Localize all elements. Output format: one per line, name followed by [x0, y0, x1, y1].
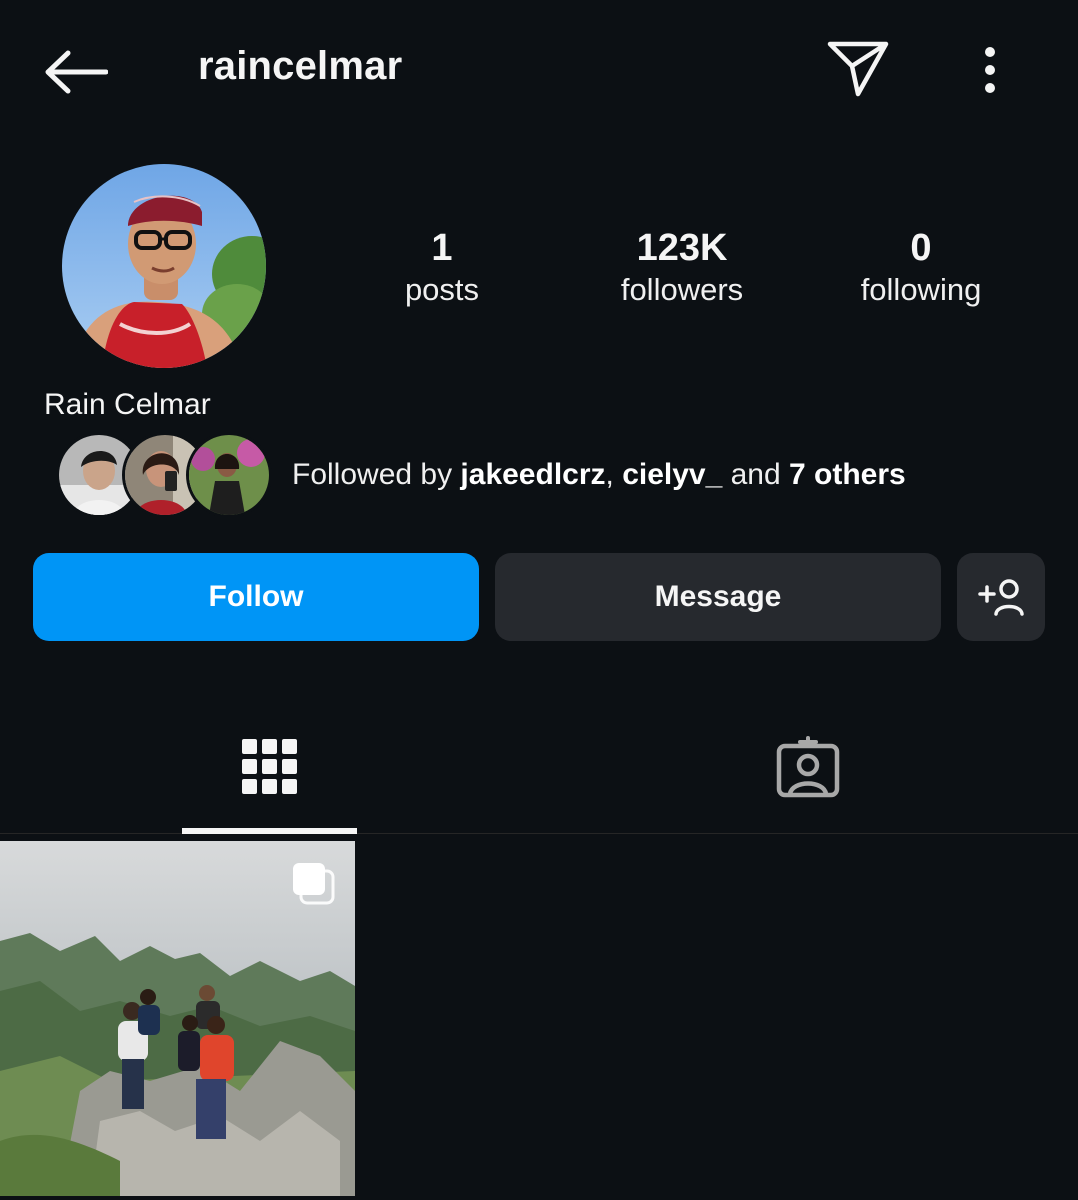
- mutual-user-1[interactable]: jakeedlcrz: [460, 458, 605, 491]
- message-button[interactable]: Message: [495, 553, 941, 641]
- stat-followers[interactable]: 123K followers: [572, 226, 792, 310]
- posts-count: 1: [431, 227, 453, 269]
- mutual-user-2[interactable]: cielyv_: [622, 458, 722, 491]
- multiple-images-icon: [289, 859, 337, 912]
- followers-count: 123K: [636, 227, 728, 269]
- active-tab-indicator: [182, 828, 357, 834]
- tagged-person-icon: [776, 736, 839, 798]
- paper-plane-icon: [827, 41, 889, 97]
- top-bar: raincelmar: [0, 0, 1078, 140]
- profile-tabs: [0, 700, 1078, 834]
- vertical-dots-icon: [985, 47, 995, 93]
- arrow-left-icon: [45, 50, 108, 94]
- tab-posts-grid[interactable]: [182, 700, 357, 834]
- mutual-avatar: [186, 432, 272, 518]
- posts-label: posts: [404, 272, 480, 307]
- followed-by-prefix: Followed by: [292, 458, 461, 491]
- post-thumbnail[interactable]: [0, 841, 355, 1196]
- tab-tagged[interactable]: [720, 700, 895, 834]
- profile-avatar[interactable]: [62, 164, 266, 368]
- profile-username: raincelmar: [198, 44, 403, 88]
- followed-by-and: and: [722, 458, 790, 491]
- display-name: Rain Celmar: [44, 388, 211, 421]
- stat-following[interactable]: 0 following: [811, 226, 1031, 310]
- stat-posts[interactable]: 1 posts: [332, 226, 552, 310]
- following-label: following: [860, 272, 982, 307]
- followers-label: followers: [620, 272, 744, 307]
- grid-icon: [241, 739, 297, 794]
- profile-photo: [62, 164, 266, 368]
- follow-button[interactable]: Follow: [33, 553, 479, 641]
- suggested-accounts-button[interactable]: [957, 553, 1045, 641]
- share-profile-button[interactable]: [822, 36, 894, 102]
- add-person-icon: [978, 579, 1024, 616]
- mutual-followers-avatars[interactable]: [56, 432, 272, 520]
- more-options-button[interactable]: [960, 38, 1020, 102]
- back-button[interactable]: [36, 40, 116, 104]
- mutual-others[interactable]: 7 others: [789, 458, 906, 491]
- following-count: 0: [910, 227, 932, 269]
- followed-by-text[interactable]: Followed by jakeedlcrz, cielyv_ and 7 ot…: [292, 458, 906, 492]
- followed-by-separator: ,: [605, 458, 623, 491]
